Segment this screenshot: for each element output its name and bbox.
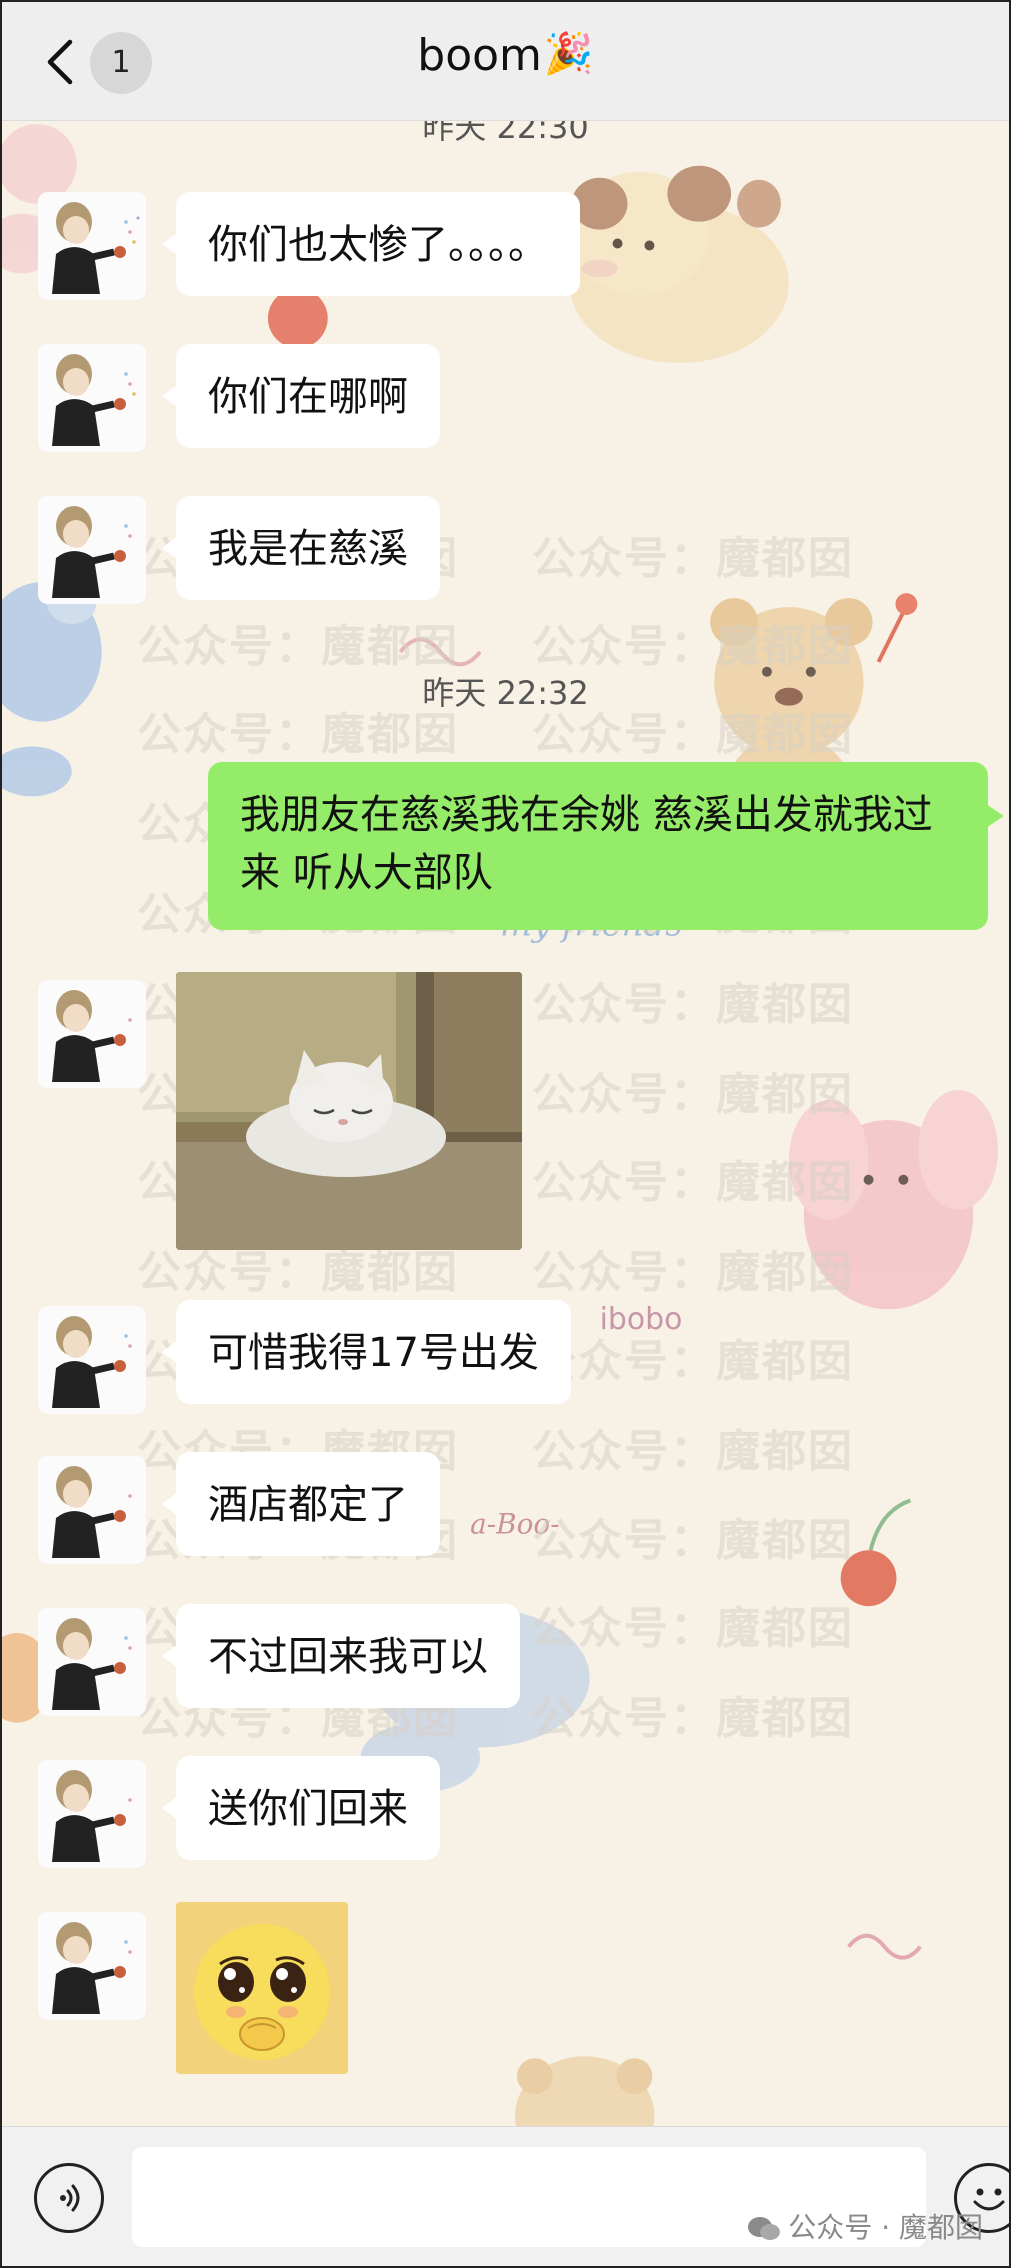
voice-button[interactable] (34, 2163, 104, 2233)
avatar-figure-icon (38, 344, 146, 452)
avatar-figure-icon (38, 1306, 146, 1414)
contact-avatar[interactable] (38, 496, 146, 604)
puppy-sticker (569, 165, 789, 364)
watermark: 公众号：魔都囡 (532, 1426, 854, 1477)
cat-image-message[interactable] (176, 972, 522, 1250)
watermark: 公众号：魔都囡 (532, 533, 854, 584)
bottom-bear-sticker (514, 2056, 655, 2126)
contact-avatar[interactable] (38, 1760, 146, 1868)
chat-title: boom🎉 (2, 30, 1009, 81)
watermark: 公众号：魔都囡 (532, 1336, 854, 1387)
watermark: 公众号：魔都囡 (532, 621, 854, 672)
source-label: 公众号 · 魔都囡 (788, 2211, 983, 2244)
wechat-logo-icon (748, 2217, 781, 2240)
contact-avatar[interactable] (38, 192, 146, 300)
party-popper-icon: 🎉 (543, 31, 594, 77)
chat-screen: 1 boom🎉 ibobo a-Boo- 公众号：魔都囡 公众号：魔都囡 公众号… (0, 0, 1011, 2268)
message-bubble[interactable]: 可惜我得17号出发 (162, 1300, 571, 1404)
pleading-face-sticker[interactable] (176, 1902, 348, 2074)
avatar-figure-icon (38, 496, 146, 604)
watermark: 公众号：魔都囡 (532, 1603, 854, 1654)
watermark: 公众号：魔都囡 (532, 979, 854, 1030)
avatar-figure-icon (38, 980, 146, 1088)
message-bubble[interactable]: 送你们回来 (162, 1756, 440, 1860)
chat-header: 1 boom🎉 (2, 2, 1009, 121)
watermark: 公众号：魔都囡 (532, 1693, 854, 1744)
watermark: 公众号：魔都囡 (137, 621, 459, 672)
pleading-face-icon (176, 1902, 348, 2074)
watermark: 公众号：魔都囡 (532, 1247, 854, 1298)
contact-avatar[interactable] (38, 1912, 146, 2020)
message-bubble-outgoing[interactable]: 我朋友在慈溪我在余姚 慈溪出发就我过来 听从大部队 (208, 762, 1004, 930)
message-bubble[interactable]: 你们在哪啊 (162, 344, 440, 448)
watermark: 公众号：魔都囡 (532, 1157, 854, 1208)
sleeping-cat-image (176, 972, 522, 1250)
timestamp: 昨天 22:30 (422, 120, 589, 146)
source-watermark: 公众号 · 魔都囡 (746, 2206, 983, 2246)
chat-title-text: boom (417, 30, 542, 81)
contact-avatar[interactable] (38, 344, 146, 452)
message-bubble[interactable]: 不过回来我可以 (162, 1604, 520, 1708)
contact-avatar[interactable] (38, 1306, 146, 1414)
input-bar (2, 2126, 1009, 2266)
contact-avatar[interactable] (38, 980, 146, 1088)
message-bubble[interactable]: 酒店都定了 (162, 1452, 440, 1556)
message-bubble[interactable]: 你们也太惨了。。。。 (162, 192, 580, 296)
timestamp: 昨天 22:32 (422, 674, 589, 712)
avatar-figure-icon (38, 1608, 146, 1716)
avatar-figure-icon (38, 1912, 146, 2020)
contact-avatar[interactable] (38, 1456, 146, 1564)
avatar-figure-icon (38, 1456, 146, 1564)
watermark: 公众号：魔都囡 (532, 1069, 854, 1120)
avatar-figure-icon (38, 192, 146, 300)
message-bubble[interactable]: 我是在慈溪 (162, 496, 440, 600)
avatar-figure-icon (38, 1760, 146, 1868)
contact-avatar[interactable] (38, 1608, 146, 1716)
watermark: 公众号：魔都囡 (532, 1515, 854, 1566)
voice-icon (60, 2184, 80, 2212)
message-list[interactable]: my friends ibobo a-Boo- (2, 120, 1009, 2126)
elephant-sticker (2, 422, 102, 797)
